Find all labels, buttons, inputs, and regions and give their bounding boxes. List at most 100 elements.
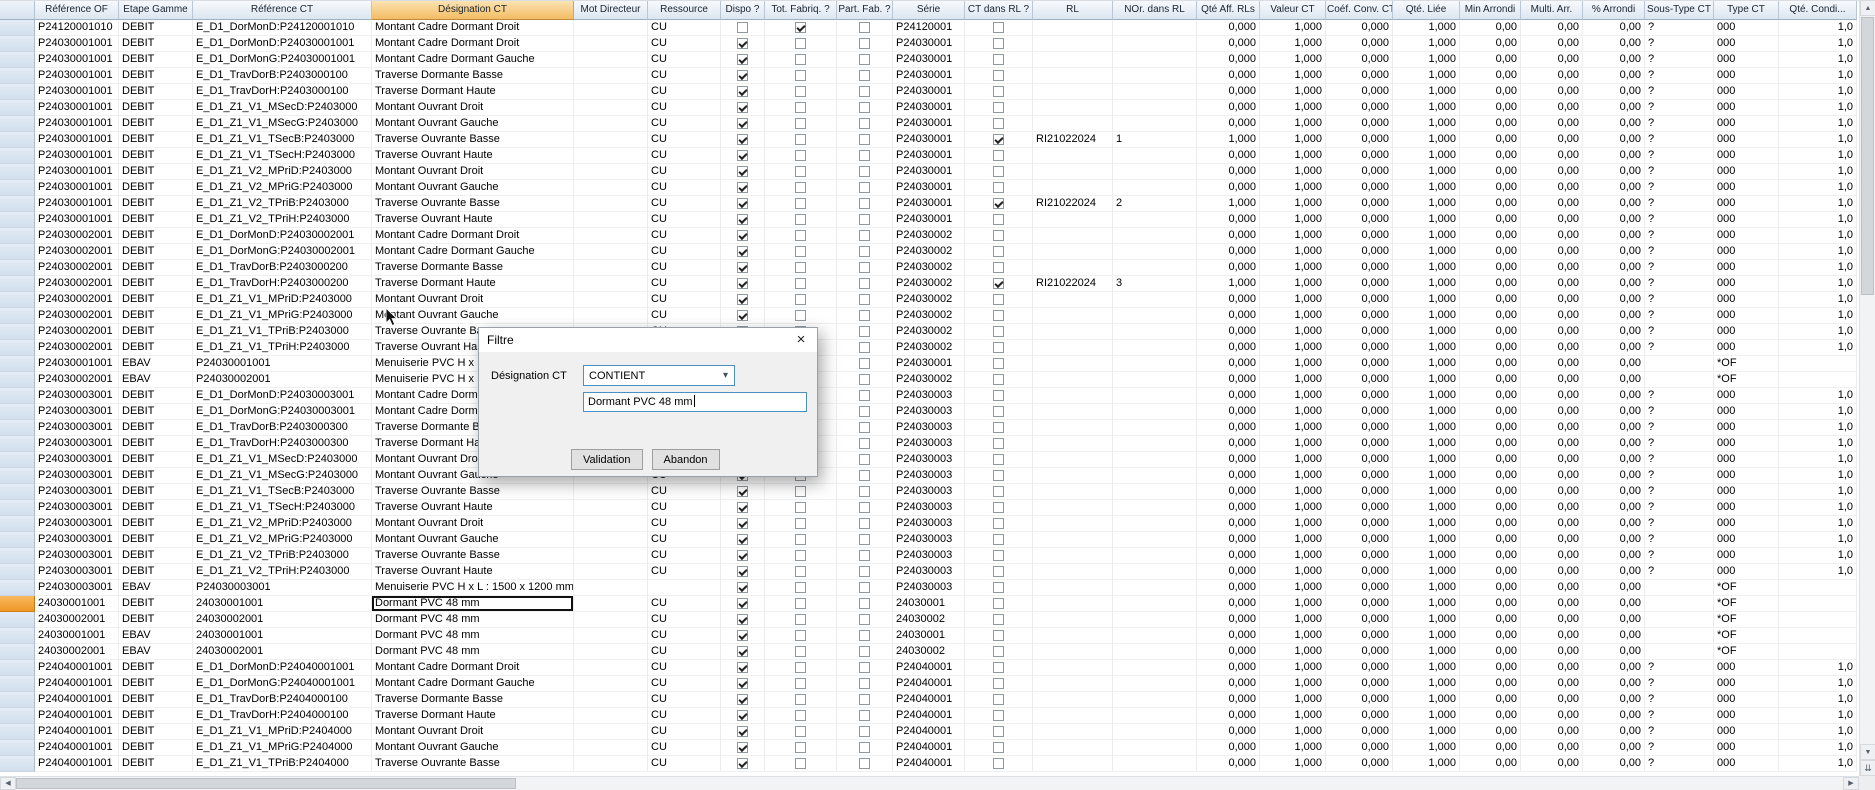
cell-qt-li-e[interactable]: 1,000 — [1393, 84, 1460, 100]
cell-nor-dans-rl[interactable] — [1113, 756, 1197, 772]
cell-ressource[interactable]: CU — [648, 228, 721, 244]
cell-sous-type-ct[interactable]: ? — [1645, 420, 1714, 436]
cell-qt-li-e[interactable]: 1,000 — [1393, 52, 1460, 68]
checkbox[interactable] — [859, 246, 870, 257]
checkbox[interactable] — [993, 406, 1004, 417]
cell-co-f-conv-ct[interactable]: 0,000 — [1326, 100, 1393, 116]
cell-part-fab[interactable] — [837, 36, 893, 52]
cell-qt-condi[interactable]: 1,0 — [1779, 164, 1857, 180]
cell-sous-type-ct[interactable]: ? — [1645, 244, 1714, 260]
cell-nor-dans-rl[interactable] — [1113, 324, 1197, 340]
cell-etape-gamme[interactable]: DEBIT — [119, 36, 193, 52]
checkbox[interactable] — [795, 150, 806, 161]
cell-etape-gamme[interactable]: DEBIT — [119, 276, 193, 292]
cell-multi-arr[interactable]: 0,00 — [1521, 180, 1583, 196]
cell-qt-aff-rls[interactable]: 0,000 — [1197, 660, 1260, 676]
cell-sous-type-ct[interactable] — [1645, 372, 1714, 388]
cell-dispo[interactable] — [721, 52, 765, 68]
cell-etape-gamme[interactable]: EBAV — [119, 356, 193, 372]
checkbox[interactable] — [737, 630, 748, 641]
cell-rl[interactable] — [1033, 180, 1113, 196]
cell-co-f-conv-ct[interactable]: 0,000 — [1326, 692, 1393, 708]
cell-sous-type-ct[interactable] — [1645, 612, 1714, 628]
checkbox[interactable] — [859, 742, 870, 753]
cell-etape-gamme[interactable]: DEBIT — [119, 612, 193, 628]
cell-s-rie[interactable]: P24030003 — [893, 484, 965, 500]
cell-etape-gamme[interactable]: DEBIT — [119, 324, 193, 340]
cell-valeur-ct[interactable]: 1,000 — [1260, 660, 1326, 676]
cell-arrondi[interactable]: 0,00 — [1583, 660, 1645, 676]
checkbox[interactable] — [993, 422, 1004, 433]
row-selector[interactable] — [0, 660, 35, 676]
cell-nor-dans-rl[interactable] — [1113, 100, 1197, 116]
table-row[interactable]: P24030003001DEBITE_D1_Z1_V2_TPriB:P24030… — [0, 548, 1859, 564]
cell-rl[interactable] — [1033, 260, 1113, 276]
cell-etape-gamme[interactable]: DEBIT — [119, 724, 193, 740]
cell-r-f-rence-of[interactable]: P24030003001 — [35, 564, 119, 580]
cell-part-fab[interactable] — [837, 532, 893, 548]
cell-etape-gamme[interactable]: DEBIT — [119, 740, 193, 756]
cell-co-f-conv-ct[interactable]: 0,000 — [1326, 164, 1393, 180]
checkbox[interactable] — [859, 454, 870, 465]
cell-part-fab[interactable] — [837, 500, 893, 516]
cell-r-f-rence-of[interactable]: P24030003001 — [35, 420, 119, 436]
cell-valeur-ct[interactable]: 1,000 — [1260, 404, 1326, 420]
cell-valeur-ct[interactable]: 1,000 — [1260, 484, 1326, 500]
cell-valeur-ct[interactable]: 1,000 — [1260, 164, 1326, 180]
cell-ressource[interactable]: CU — [648, 116, 721, 132]
checkbox[interactable] — [993, 278, 1004, 289]
checkbox[interactable] — [737, 646, 748, 657]
cell-r-f-rence-of[interactable]: P24040001001 — [35, 660, 119, 676]
cell-nor-dans-rl[interactable] — [1113, 708, 1197, 724]
cell-type-ct[interactable]: 000 — [1714, 660, 1779, 676]
column-header-sous-type-ct[interactable]: Sous-Type CT — [1645, 1, 1714, 20]
cell-ressource[interactable]: CU — [648, 164, 721, 180]
cell-r-f-rence-ct[interactable]: 24030002001 — [193, 644, 372, 660]
cell-r-f-rence-ct[interactable]: E_D1_TravDorB:P2403000200 — [193, 260, 372, 276]
cell-tot-fabriq[interactable] — [765, 212, 837, 228]
checkbox[interactable] — [859, 502, 870, 513]
cell-tot-fabriq[interactable] — [765, 228, 837, 244]
checkbox[interactable] — [993, 358, 1004, 369]
cell-qt-condi[interactable]: 1,0 — [1779, 516, 1857, 532]
cell-nor-dans-rl[interactable]: 2 — [1113, 196, 1197, 212]
checkbox[interactable] — [737, 502, 748, 513]
cell-qt-li-e[interactable]: 1,000 — [1393, 596, 1460, 612]
table-row[interactable]: P24030003001EBAVP24030003001Menuiserie P… — [0, 580, 1859, 596]
column-header-valeur-ct[interactable]: Valeur CT — [1260, 1, 1326, 20]
checkbox[interactable] — [993, 54, 1004, 65]
cell-multi-arr[interactable]: 0,00 — [1521, 612, 1583, 628]
cell-multi-arr[interactable]: 0,00 — [1521, 756, 1583, 772]
cell-etape-gamme[interactable]: DEBIT — [119, 100, 193, 116]
cell-mot-directeur[interactable] — [574, 148, 648, 164]
cell-s-rie[interactable]: P24030001 — [893, 52, 965, 68]
cell-qt-li-e[interactable]: 1,000 — [1393, 356, 1460, 372]
cell-etape-gamme[interactable]: EBAV — [119, 580, 193, 596]
cell-type-ct[interactable]: 000 — [1714, 756, 1779, 772]
cell-mot-directeur[interactable] — [574, 644, 648, 660]
checkbox[interactable] — [737, 614, 748, 625]
cell-tot-fabriq[interactable] — [765, 612, 837, 628]
cell-qt-aff-rls[interactable]: 0,000 — [1197, 468, 1260, 484]
cell-r-f-rence-of[interactable]: P24030003001 — [35, 532, 119, 548]
cell-qt-li-e[interactable]: 1,000 — [1393, 276, 1460, 292]
checkbox[interactable] — [859, 326, 870, 337]
cell-sous-type-ct[interactable]: ? — [1645, 548, 1714, 564]
cell-ct-dans-rl[interactable] — [965, 180, 1033, 196]
column-header-etape-gamme[interactable]: Etape Gamme — [119, 1, 193, 20]
cell-r-f-rence-ct[interactable]: E_D1_Z1_V1_MSecD:P2403000 — [193, 452, 372, 468]
cell-type-ct[interactable]: 000 — [1714, 228, 1779, 244]
cell-ct-dans-rl[interactable] — [965, 324, 1033, 340]
table-row[interactable]: P24030001001DEBITE_D1_Z1_V1_MSecD:P24030… — [0, 100, 1859, 116]
cell-part-fab[interactable] — [837, 420, 893, 436]
cell-etape-gamme[interactable]: DEBIT — [119, 260, 193, 276]
cell-sous-type-ct[interactable] — [1645, 580, 1714, 596]
cell-co-f-conv-ct[interactable]: 0,000 — [1326, 516, 1393, 532]
cell-qt-aff-rls[interactable]: 0,000 — [1197, 212, 1260, 228]
cell-mot-directeur[interactable] — [574, 596, 648, 612]
checkbox[interactable] — [737, 246, 748, 257]
row-selector[interactable] — [0, 180, 35, 196]
cell-r-f-rence-of[interactable]: P24030003001 — [35, 452, 119, 468]
cell-mot-directeur[interactable] — [574, 36, 648, 52]
cell-mot-directeur[interactable] — [574, 532, 648, 548]
